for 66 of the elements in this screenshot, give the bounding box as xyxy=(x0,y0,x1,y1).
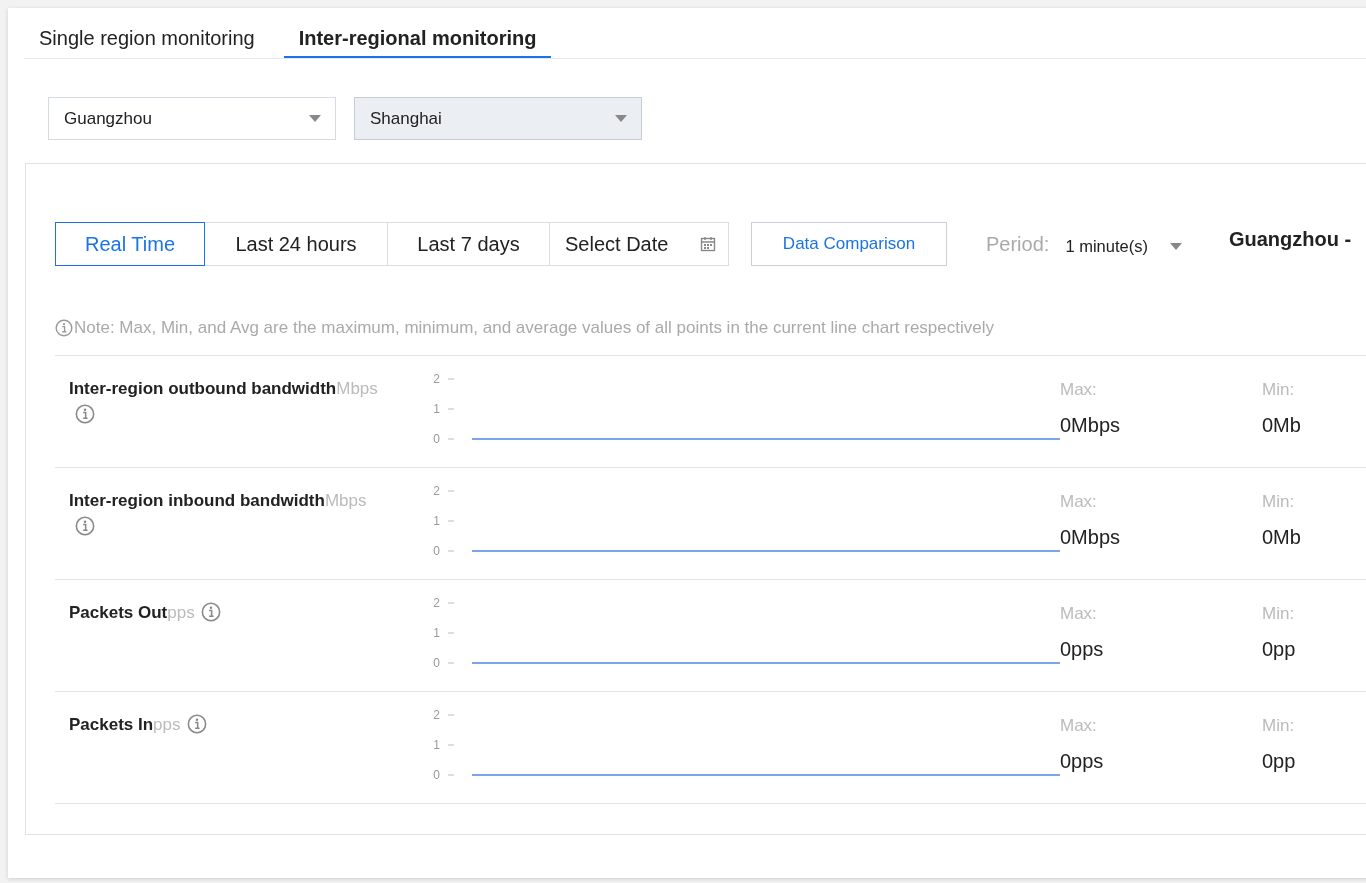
time-range-button[interactable]: Real Time xyxy=(55,222,205,266)
metric-title: Inter-region inbound bandwidthMbps xyxy=(69,491,367,510)
route-title: Guangzhou - xyxy=(1228,227,1352,251)
stat-value: 0pp xyxy=(1262,638,1297,661)
stat-value: 0Mbps xyxy=(1060,526,1122,549)
info-icon[interactable] xyxy=(200,602,221,622)
y-tick-label: 0 xyxy=(433,432,441,446)
info-icon[interactable] xyxy=(186,714,207,734)
y-tick-label: 1 xyxy=(433,626,441,640)
info-icon xyxy=(55,319,73,337)
stat-label: Min: xyxy=(1262,604,1296,624)
data-comparison-button[interactable]: Data Comparison xyxy=(751,222,947,266)
period-label: Period: xyxy=(986,232,1050,256)
y-tick: 2 xyxy=(433,596,455,610)
y-tick: 0 xyxy=(433,544,455,558)
stat-label: Min: xyxy=(1262,380,1296,400)
stat-label: Max: xyxy=(1060,380,1098,400)
y-tick: 2 xyxy=(433,484,455,498)
y-tick-label: 2 xyxy=(433,484,441,498)
y-tick: 0 xyxy=(433,432,455,446)
tab[interactable]: Inter-regional monitoring xyxy=(283,20,552,58)
y-tick: 1 xyxy=(433,626,455,640)
stat-label: Min: xyxy=(1262,492,1296,512)
y-tick: 1 xyxy=(433,514,455,528)
y-tick: 0 xyxy=(433,656,455,670)
y-tick: 0 xyxy=(433,768,455,782)
stat-value: 0Mb xyxy=(1262,414,1302,437)
info-icon[interactable] xyxy=(75,516,95,536)
y-tick-label: 1 xyxy=(433,514,441,528)
stat-value: 0pps xyxy=(1060,750,1105,773)
y-tick-label: 0 xyxy=(433,656,441,670)
stat-label: Max: xyxy=(1060,492,1098,512)
time-range-button[interactable]: Last 7 days xyxy=(387,222,550,266)
y-tick-label: 2 xyxy=(433,708,441,722)
metric-title: Packets Inpps xyxy=(69,715,181,734)
y-tick: 1 xyxy=(433,402,455,416)
metric-title: Inter-region outbound bandwidthMbps xyxy=(69,379,378,398)
stat-value: 0Mb xyxy=(1262,526,1302,549)
period-select[interactable]: 1 minute(s) xyxy=(1065,232,1182,256)
y-tick: 2 xyxy=(433,372,455,386)
y-tick-label: 0 xyxy=(433,768,441,782)
note-text: Note: Max, Min, and Avg are the maximum, minimum, and average values of all points in the current line chart respectively xyxy=(74,318,994,338)
y-tick-label: 1 xyxy=(433,402,441,416)
y-tick-label: 0 xyxy=(433,544,441,558)
region-select[interactable]: Guangzhou xyxy=(48,97,336,140)
y-tick: 2 xyxy=(433,708,455,722)
region-select[interactable]: Shanghai xyxy=(354,97,642,140)
y-tick: 1 xyxy=(433,738,455,752)
stat-value: 0Mbps xyxy=(1060,414,1122,437)
time-range-button[interactable]: Last 24 hours xyxy=(204,222,388,266)
calendar-icon xyxy=(700,236,716,252)
metric-title: Packets Outpps xyxy=(69,603,195,622)
caret-icon xyxy=(615,115,627,122)
stat-value: 0pps xyxy=(1060,638,1105,661)
stat-value: 0pp xyxy=(1262,750,1297,773)
stat-label: Min: xyxy=(1262,716,1296,736)
tab[interactable]: Single region monitoring xyxy=(24,20,270,58)
stat-label: Max: xyxy=(1060,604,1098,624)
time-range-button[interactable]: Select Date xyxy=(549,222,729,266)
caret-icon xyxy=(309,115,321,122)
y-tick-label: 1 xyxy=(433,738,441,752)
y-tick-label: 2 xyxy=(433,372,441,386)
info-icon[interactable] xyxy=(75,404,95,424)
stat-label: Max: xyxy=(1060,716,1098,736)
y-tick-label: 2 xyxy=(433,596,441,610)
caret-icon xyxy=(1169,242,1182,250)
